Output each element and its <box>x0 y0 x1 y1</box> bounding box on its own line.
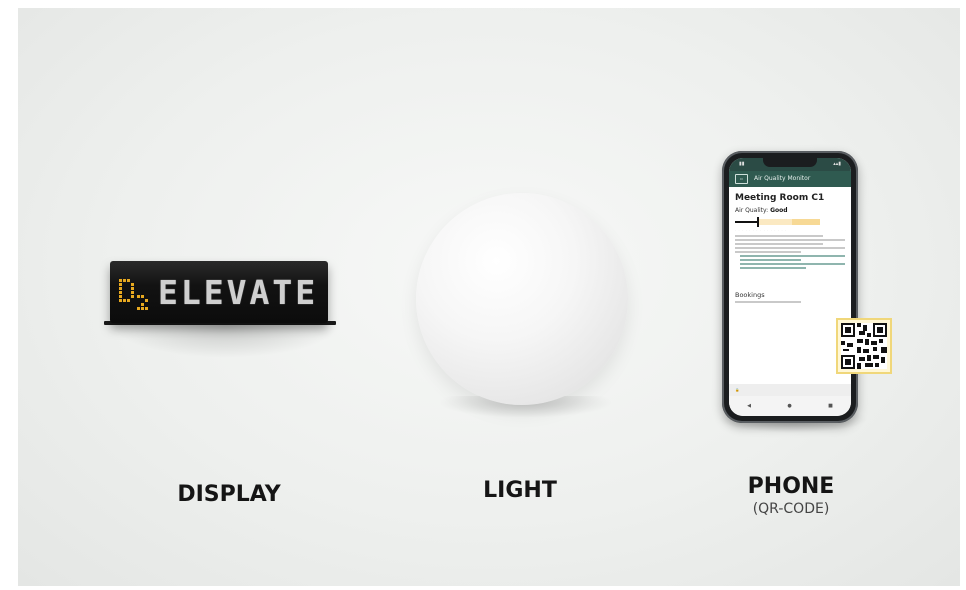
app-logo-icon: ▫ <box>735 174 748 184</box>
elevate-logo-icon <box>119 279 148 310</box>
qr-code-icon <box>836 318 892 374</box>
signal-icon: ▴▴▮ <box>833 161 841 167</box>
bookings-title: Bookings <box>735 291 765 299</box>
air-quality-label: Air Quality: <box>735 207 769 214</box>
recents-icon[interactable]: ■ <box>828 403 833 409</box>
app-bar: ▫ Air Quality Monitor <box>729 171 851 187</box>
light-label: LIGHT <box>483 478 557 503</box>
light-sphere <box>416 193 628 405</box>
air-quality-marker <box>757 217 759 227</box>
bookings-empty-placeholder <box>735 301 845 303</box>
qr-code-graphic <box>841 323 887 369</box>
home-icon[interactable]: ● <box>787 403 791 409</box>
phone-sublabel: (QR-CODE) <box>752 501 830 517</box>
room-title: Meeting Room C1 <box>735 193 825 203</box>
phone-device: ▮▮ ▴▴▮ ▫ Air Quality Monitor Meeting Roo… <box>722 151 858 423</box>
display-screen-text: ELEVATE <box>158 273 319 312</box>
link-line[interactable] <box>740 255 845 257</box>
air-quality-line: Air Quality: Good <box>735 207 845 214</box>
lock-icon: 🔒 <box>735 388 740 392</box>
link-line[interactable] <box>740 263 845 265</box>
display-label: DISPLAY <box>177 482 281 507</box>
air-quality-value: Good <box>770 207 788 214</box>
air-quality-gauge <box>735 217 845 227</box>
link-line[interactable] <box>740 267 806 269</box>
product-showcase: ELEVATE ▮▮ ▴▴▮ ▫ Air Quality Monitor Mee… <box>18 8 960 586</box>
air-quality-fill <box>735 221 757 223</box>
app-title: Air Quality Monitor <box>754 175 811 182</box>
display-device: ELEVATE <box>110 261 328 323</box>
info-heading-placeholder <box>735 235 845 237</box>
browser-url-bar[interactable]: 🔒 <box>729 384 851 396</box>
clock-icon: ▮▮ <box>739 161 745 167</box>
phone-label: PHONE <box>747 474 835 499</box>
phone-screen: ▮▮ ▴▴▮ ▫ Air Quality Monitor Meeting Roo… <box>729 158 851 416</box>
phone-nav-bar: ◀ ● ■ <box>729 396 851 416</box>
link-line[interactable] <box>740 259 801 261</box>
gauge-ticks: · · · · · · · · · · · · · · · <box>735 229 788 232</box>
phone-content: Meeting Room C1 Air Quality: Good · · · … <box>729 187 851 303</box>
back-icon[interactable]: ◀ <box>747 403 751 409</box>
phone-notch <box>763 158 817 167</box>
